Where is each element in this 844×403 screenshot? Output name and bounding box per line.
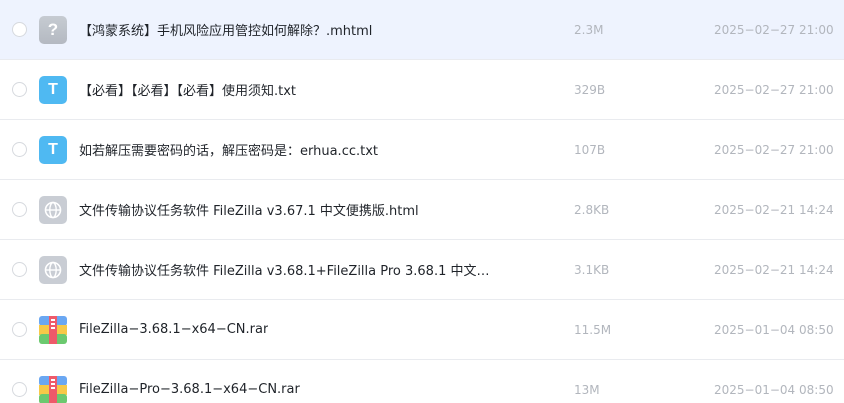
rar-icon bbox=[39, 315, 67, 344]
file-date: 2025−02−21 14:24 bbox=[714, 202, 834, 217]
file-size: 3.1KB bbox=[574, 262, 610, 277]
select-radio[interactable] bbox=[12, 82, 27, 97]
file-date: 2025−02−21 14:24 bbox=[714, 262, 834, 277]
file-name[interactable]: 文件传输协议任务软件 FileZilla v3.68.1+FileZilla P… bbox=[79, 260, 499, 279]
file-row[interactable]: FileZilla−Pro−3.68.1−x64−CN.rar 13M 2025… bbox=[0, 360, 844, 403]
file-name[interactable]: 如若解压需要密码的话，解压密码是：erhua.cc.txt bbox=[79, 140, 378, 159]
select-radio[interactable] bbox=[12, 322, 27, 337]
globe-icon bbox=[44, 261, 62, 278]
select-radio[interactable] bbox=[12, 202, 27, 217]
select-radio[interactable] bbox=[12, 262, 27, 277]
select-radio[interactable] bbox=[12, 382, 27, 397]
globe-file-icon bbox=[39, 195, 67, 224]
file-size: 11.5M bbox=[574, 322, 612, 337]
file-row[interactable]: ? 【鸿蒙系统】手机风险应用管控如何解除？.mhtml 2.3M 2025−02… bbox=[0, 0, 844, 60]
rar-icon bbox=[39, 375, 67, 403]
file-name[interactable]: 【鸿蒙系统】手机风险应用管控如何解除？.mhtml bbox=[79, 20, 372, 39]
globe-file-icon bbox=[39, 255, 67, 284]
file-size: 2.3M bbox=[574, 22, 604, 37]
file-date: 2025−02−27 21:00 bbox=[714, 142, 834, 157]
file-date: 2025−01−04 08:50 bbox=[714, 382, 834, 397]
file-date: 2025−01−04 08:50 bbox=[714, 322, 834, 337]
file-size: 2.8KB bbox=[574, 202, 610, 217]
file-name[interactable]: 文件传输协议任务软件 FileZilla v3.67.1 中文便携版.html bbox=[79, 200, 419, 219]
file-row[interactable]: 文件传输协议任务软件 FileZilla v3.68.1+FileZilla P… bbox=[0, 240, 844, 300]
file-name[interactable]: FileZilla−3.68.1−x64−CN.rar bbox=[79, 322, 268, 337]
select-radio[interactable] bbox=[12, 22, 27, 37]
file-list: ? 【鸿蒙系统】手机风险应用管控如何解除？.mhtml 2.3M 2025−02… bbox=[0, 0, 844, 403]
file-name[interactable]: FileZilla−Pro−3.68.1−x64−CN.rar bbox=[79, 382, 300, 397]
txt-file-icon: T bbox=[39, 75, 67, 104]
file-row[interactable]: T 如若解压需要密码的话，解压密码是：erhua.cc.txt 107B 202… bbox=[0, 120, 844, 180]
file-size: 107B bbox=[574, 142, 606, 157]
file-size: 13M bbox=[574, 382, 600, 397]
archive-file-icon bbox=[39, 375, 67, 403]
file-size: 329B bbox=[574, 82, 606, 97]
file-date: 2025−02−27 21:00 bbox=[714, 82, 834, 97]
file-date: 2025−02−27 21:00 bbox=[714, 22, 834, 37]
select-radio[interactable] bbox=[12, 142, 27, 157]
file-name[interactable]: 【必看】【必看】【必看】使用须知.txt bbox=[79, 80, 296, 99]
file-row[interactable]: 文件传输协议任务软件 FileZilla v3.67.1 中文便携版.html … bbox=[0, 180, 844, 240]
txt-file-icon: T bbox=[39, 135, 67, 164]
file-row[interactable]: FileZilla−3.68.1−x64−CN.rar 11.5M 2025−0… bbox=[0, 300, 844, 360]
globe-icon bbox=[44, 201, 62, 218]
unknown-file-icon: ? bbox=[39, 15, 67, 44]
file-row[interactable]: T 【必看】【必看】【必看】使用须知.txt 329B 2025−02−27 2… bbox=[0, 60, 844, 120]
archive-file-icon bbox=[39, 315, 67, 344]
